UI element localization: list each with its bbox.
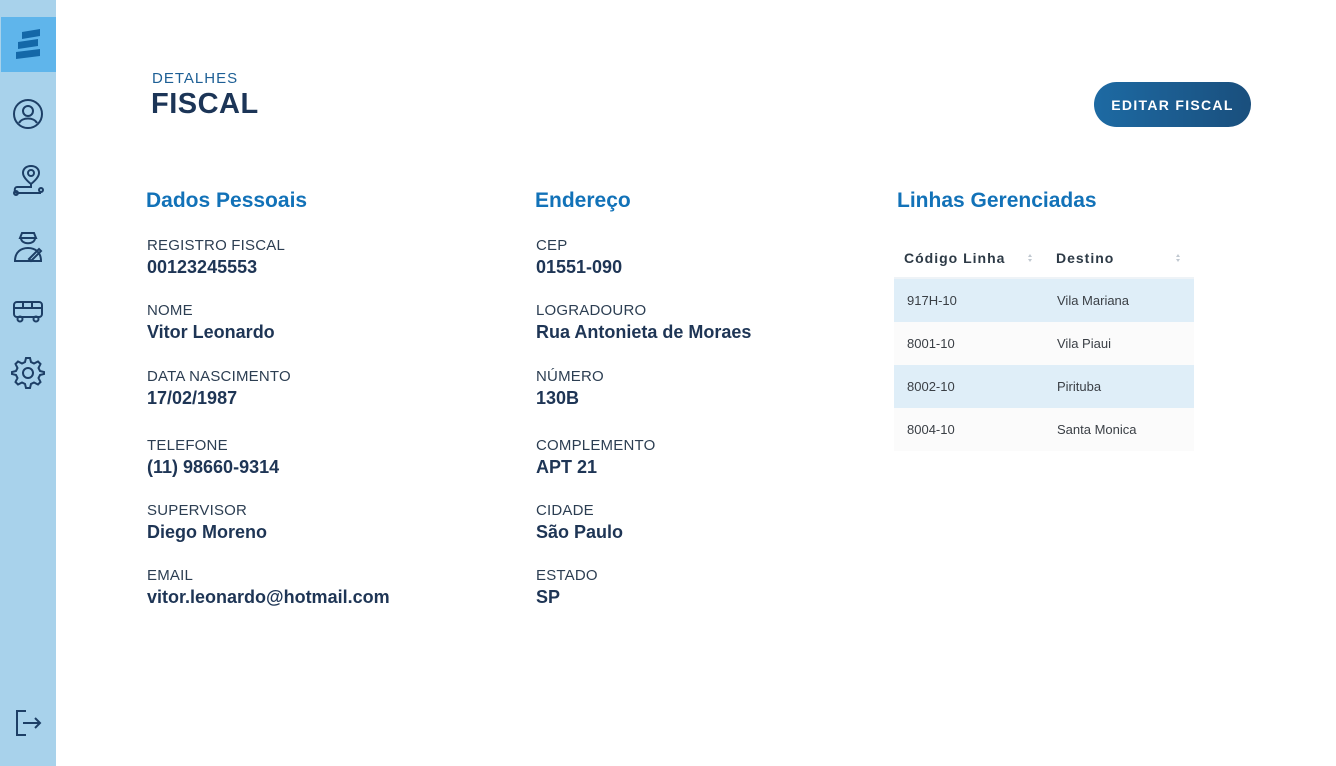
logo-icon <box>15 28 40 59</box>
field-nome: NOME Vitor Leonardo <box>147 302 275 344</box>
page-eyebrow: DETALHES <box>152 70 239 87</box>
page-title: FISCAL <box>151 88 259 120</box>
field-value: 130B <box>536 388 580 408</box>
field-value: 17/02/1987 <box>147 388 238 408</box>
table-row[interactable]: 8002-10 Pirituba <box>894 365 1194 408</box>
column-header-codigo[interactable]: Código Linha <box>894 238 1046 277</box>
table-row[interactable]: 8001-10 Vila Piaui <box>894 322 1194 365</box>
field-label: SUPERVISOR <box>147 502 248 519</box>
field-label: ESTADO <box>536 567 598 584</box>
cell-destination: Pirituba <box>1057 379 1102 394</box>
sidebar-logo[interactable] <box>1 17 56 72</box>
field-registro-fiscal: REGISTRO FISCAL 00123245553 <box>147 237 285 279</box>
cell-destination: Vila Piaui <box>1057 336 1111 351</box>
sidebar-item-routes[interactable] <box>10 161 46 197</box>
logout-icon <box>16 710 42 736</box>
field-label: CEP <box>536 237 568 254</box>
field-value: 01551-090 <box>536 257 623 277</box>
sidebar <box>0 0 56 766</box>
cell-code: 8001-10 <box>907 336 955 351</box>
gear-icon <box>11 357 45 389</box>
field-label: EMAIL <box>147 567 194 584</box>
field-numero: NÚMERO 130B <box>536 368 604 410</box>
field-label: TELEFONE <box>147 437 228 454</box>
cell-destination: Santa Monica <box>1057 422 1137 437</box>
cell-code: 8004-10 <box>907 422 955 437</box>
table-header: Código Linha Destino <box>894 238 1194 279</box>
field-value: 00123245553 <box>147 257 258 277</box>
field-label: NOME <box>147 302 193 319</box>
sidebar-item-inspectors[interactable] <box>10 228 46 264</box>
table-row[interactable]: 917H-10 Vila Mariana <box>894 279 1194 322</box>
column-header-label: Código Linha <box>904 249 1006 266</box>
bus-icon <box>13 301 43 323</box>
field-cep: CEP 01551-090 <box>536 237 622 279</box>
field-cidade: CIDADE São Paulo <box>536 502 623 544</box>
route-pin-icon <box>13 164 44 196</box>
personal-section-title: Dados Pessoais <box>146 189 308 212</box>
field-complemento: COMPLEMENTO APT 21 <box>536 437 655 479</box>
field-value: SP <box>536 587 561 607</box>
lines-section-title: Linhas Gerenciadas <box>897 189 1097 212</box>
field-email: EMAIL vitor.leonardo@hotmail.com <box>147 567 390 609</box>
cell-code: 917H-10 <box>907 293 957 308</box>
field-label: COMPLEMENTO <box>536 437 656 454</box>
field-value: vitor.leonardo@hotmail.com <box>147 587 390 607</box>
table-row[interactable]: 8004-10 Santa Monica <box>894 408 1194 451</box>
field-logradouro: LOGRADOURO Rua Antonieta de Moraes <box>536 302 751 344</box>
column-header-label: Destino <box>1056 249 1115 266</box>
cell-code: 8002-10 <box>907 379 955 394</box>
address-section-title: Endereço <box>535 189 631 212</box>
sidebar-item-buses[interactable] <box>10 292 46 328</box>
field-label: DATA NASCIMENTO <box>147 368 291 385</box>
field-estado: ESTADO SP <box>536 567 598 609</box>
user-circle-icon <box>13 99 43 129</box>
edit-fiscal-button[interactable]: EDITAR FISCAL <box>1094 82 1251 127</box>
field-value: São Paulo <box>536 522 624 542</box>
sort-icon <box>1028 254 1032 262</box>
field-label: REGISTRO FISCAL <box>147 237 286 254</box>
field-value: (11) 98660-9314 <box>147 457 280 477</box>
field-label: LOGRADOURO <box>536 302 647 319</box>
field-value: Rua Antonieta de Moraes <box>536 322 752 342</box>
sidebar-item-settings[interactable] <box>10 355 46 391</box>
field-telefone: TELEFONE (11) 98660-9314 <box>147 437 279 479</box>
lines-table: Código Linha Destino 917H-10 Vila Marian… <box>894 238 1194 451</box>
cell-destination: Vila Mariana <box>1057 293 1130 308</box>
field-value: APT 21 <box>536 457 598 477</box>
inspector-icon <box>13 232 43 263</box>
sidebar-item-logout[interactable] <box>10 705 46 741</box>
field-data-nascimento: DATA NASCIMENTO 17/02/1987 <box>147 368 291 410</box>
field-label: CIDADE <box>536 502 594 519</box>
field-value: Vitor Leonardo <box>147 322 275 342</box>
field-value: Diego Moreno <box>147 522 267 542</box>
sort-icon <box>1176 254 1180 262</box>
field-supervisor: SUPERVISOR Diego Moreno <box>147 502 267 544</box>
field-label: NÚMERO <box>536 368 604 385</box>
sidebar-item-profile[interactable] <box>10 96 46 132</box>
column-header-destino[interactable]: Destino <box>1046 238 1194 277</box>
